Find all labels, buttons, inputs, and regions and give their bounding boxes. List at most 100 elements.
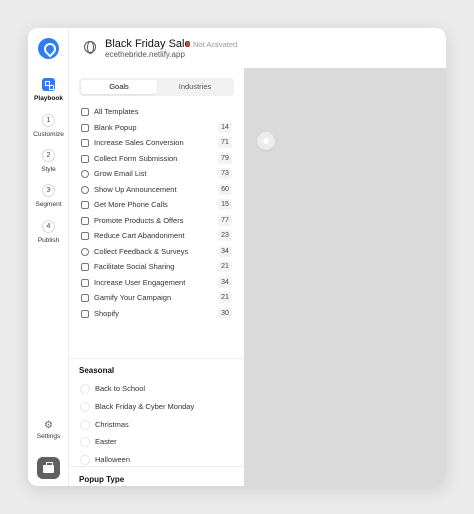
goal-count-badge: 21 <box>218 292 232 303</box>
goal-count-badge: 79 <box>218 152 232 164</box>
goal-item[interactable]: Show Up Announcement 60 <box>79 182 234 198</box>
step-segment[interactable]: 3 Segment <box>28 184 69 208</box>
status-dot <box>186 42 190 46</box>
seasonal-item[interactable]: Black Friday & Cyber Monday <box>79 398 234 416</box>
step-number: 4 <box>42 220 55 233</box>
tag-icon <box>81 216 89 225</box>
globe-icon <box>84 41 96 54</box>
preview-launcher-icon[interactable] <box>257 132 275 150</box>
goal-item[interactable]: Increase Sales Conversion 71 <box>79 135 234 151</box>
goal-count-badge: 15 <box>218 199 232 210</box>
goal-count-badge: 73 <box>218 168 232 179</box>
step-style[interactable]: 2 Style <box>28 149 69 173</box>
headphones-icon <box>81 201 89 209</box>
settings-button[interactable]: ⚙ Settings <box>28 420 69 440</box>
goal-item[interactable]: Gamify Your Campaign 21 <box>79 290 234 306</box>
site-url[interactable]: ecethebride.netlify.app <box>105 50 185 59</box>
goal-count-badge: 60 <box>218 183 232 195</box>
goal-count-badge: 30 <box>218 307 232 319</box>
grid-icon <box>81 108 89 116</box>
seasonal-label: Back to School <box>95 384 146 393</box>
seasonal-list: Back to School Black Friday & Cyber Monda… <box>79 380 234 469</box>
step-label: Segment <box>35 201 62 208</box>
site-header: Black Friday Sale Not Activated ecethebr… <box>69 28 446 68</box>
cart-icon <box>81 232 89 240</box>
seasonal-item[interactable]: Back to School <box>79 380 234 398</box>
radio-icon[interactable] <box>80 455 90 466</box>
tab-goals[interactable]: Goals <box>81 80 157 94</box>
goal-item[interactable]: Blank Popup 14 <box>79 120 234 136</box>
chart-line-icon <box>81 139 89 147</box>
logo-icon[interactable] <box>38 38 59 59</box>
goal-label: Get More Phone Calls <box>94 200 168 209</box>
goal-count-badge: 77 <box>218 214 232 226</box>
goal-label: Reduce Cart Abandonment <box>94 231 185 240</box>
goal-label: Collect Form Submission <box>94 153 178 163</box>
step-label: Playbook <box>34 95 63 102</box>
goal-item[interactable]: Increase User Engagement 34 <box>79 275 234 291</box>
step-playbook[interactable]: Playbook <box>28 78 69 102</box>
goal-label: Promote Products & Offers <box>94 215 184 225</box>
seasonal-label: Christmas <box>95 419 129 429</box>
users-icon <box>81 278 89 287</box>
goal-label: Shopify <box>94 308 120 318</box>
feedback-icon <box>81 247 89 256</box>
briefcase-icon[interactable] <box>37 457 60 479</box>
goal-item[interactable]: Facilitate Social Sharing 21 <box>79 259 234 275</box>
goal-item[interactable]: Get More Phone Calls 15 <box>79 197 234 213</box>
step-number: 3 <box>42 184 55 197</box>
seasonal-title: Seasonal <box>79 366 115 375</box>
seasonal-item[interactable]: Easter <box>79 433 234 451</box>
step-number: 1 <box>42 114 55 127</box>
radio-icon[interactable] <box>80 401 90 412</box>
goal-label: Increase User Engagement <box>94 277 186 287</box>
step-customize[interactable]: 1 Customize <box>28 114 69 138</box>
goal-count-badge: 21 <box>218 261 232 272</box>
status-badge: Not Activated <box>193 40 238 49</box>
popup-type-section: Popup Type <box>69 466 244 486</box>
divider <box>69 358 244 359</box>
goal-count-badge: 14 <box>218 121 232 133</box>
gear-icon: ⚙ <box>44 420 53 431</box>
goal-count-badge: 71 <box>218 137 232 148</box>
goal-label: Show Up Announcement <box>94 184 177 194</box>
goal-label: Increase Sales Conversion <box>94 138 184 147</box>
goal-label: Blank Popup <box>94 122 137 132</box>
goal-count-badge: 34 <box>218 276 232 288</box>
radio-icon[interactable] <box>80 437 90 448</box>
seasonal-item[interactable]: Christmas <box>79 416 234 434</box>
goal-item[interactable]: Collect Feedback & Surveys 34 <box>79 244 234 260</box>
goal-label: Facilitate Social Sharing <box>94 262 175 271</box>
goal-industry-toggle: Goals Industries <box>79 78 234 96</box>
goal-item[interactable]: Reduce Cart Abandonment 23 <box>79 228 234 244</box>
form-icon <box>81 154 89 163</box>
mail-icon <box>81 170 89 178</box>
goal-item[interactable]: Collect Form Submission 79 <box>79 151 234 167</box>
goal-item[interactable]: Promote Products & Offers 77 <box>79 213 234 229</box>
goal-count-badge: 23 <box>218 230 232 241</box>
game-icon <box>81 294 89 302</box>
seasonal-label: Black Friday & Cyber Monday <box>95 401 195 411</box>
step-number: 2 <box>42 149 55 162</box>
settings-label: Settings <box>36 433 61 440</box>
goal-item[interactable]: All Templates <box>79 104 234 120</box>
heart-icon <box>81 263 89 271</box>
seasonal-label: Easter <box>95 437 117 447</box>
radio-icon[interactable] <box>80 384 90 394</box>
goal-item[interactable]: Grow Email List 73 <box>79 166 234 182</box>
goal-item[interactable]: Shopify 30 <box>79 306 234 322</box>
shopify-icon <box>81 309 89 318</box>
step-label: Style <box>41 166 56 173</box>
radio-icon[interactable] <box>80 419 90 430</box>
goal-label: Gamify Your Campaign <box>94 293 172 302</box>
goal-label: Grow Email List <box>94 169 147 178</box>
app-window: Playbook 1 Customize 2 Style 3 Segment 4… <box>28 28 446 486</box>
tab-industries[interactable]: Industries <box>157 80 233 94</box>
site-name: Black Friday Sale <box>105 38 191 50</box>
playbook-panel: Goals Industries All Templates Blank Popu… <box>69 68 244 486</box>
goal-count-badge: 34 <box>218 245 232 257</box>
goal-label: All Templates <box>94 107 139 116</box>
step-label: Customize <box>33 131 64 138</box>
preview-area <box>244 68 446 486</box>
step-publish[interactable]: 4 Publish <box>28 220 69 244</box>
